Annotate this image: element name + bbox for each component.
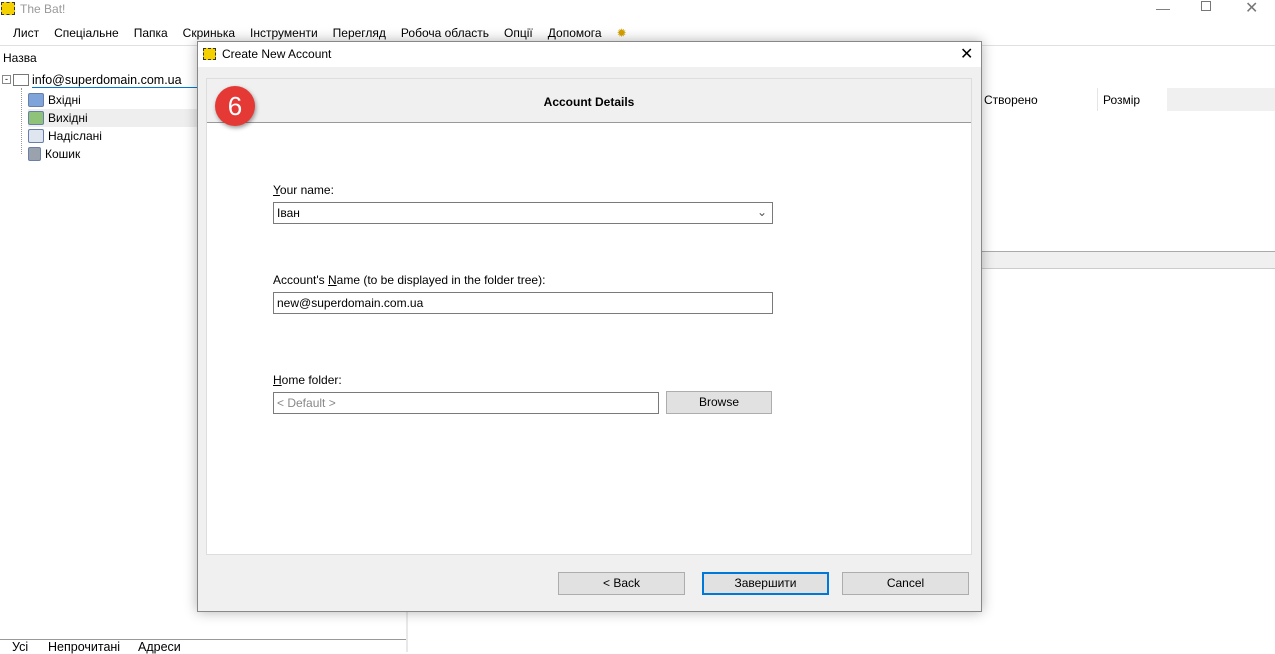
folder-inbox[interactable]: Вхідні <box>28 91 198 109</box>
browse-button[interactable]: Browse <box>666 391 772 414</box>
menu-item-workspace[interactable]: Робоча область <box>401 26 489 40</box>
account-name-input[interactable]: new@superdomain.com.ua <box>273 292 773 314</box>
panel-title: Account Details <box>543 95 635 109</box>
dialog-panel: 6 Account Details <box>206 78 972 555</box>
menu-bar: Лист Спеціальне Папка Скринька Інструмен… <box>13 26 642 40</box>
finish-button[interactable]: Завершити <box>702 572 829 595</box>
account-name-label: Account's Name (to be displayed in the f… <box>273 273 546 287</box>
account-node[interactable]: info@superdomain.com.ua <box>32 73 202 88</box>
dialog-close-button[interactable]: ✕ <box>960 44 973 64</box>
folder-trash[interactable]: Кошик <box>28 145 198 163</box>
folder-outbox[interactable]: Вихідні <box>28 109 198 127</box>
minimize-button[interactable]: — <box>1156 0 1170 16</box>
column-header-filler <box>1167 88 1275 111</box>
collapse-toggle[interactable]: - <box>2 75 11 84</box>
app-icon <box>1 2 15 15</box>
menu-item-folder[interactable]: Папка <box>134 26 168 40</box>
create-account-dialog: Create New Account ✕ 6 Account Details Y… <box>197 41 982 612</box>
home-folder-label: Home folder: <box>273 373 342 387</box>
folder-pane-header: Назва <box>3 51 37 65</box>
column-header-size[interactable]: Розмір <box>1099 88 1167 111</box>
menu-item-view[interactable]: Перегляд <box>333 26 386 40</box>
dialog-title: Create New Account <box>222 47 332 61</box>
inbox-icon <box>28 93 44 107</box>
menu-item-options[interactable]: Опції <box>504 26 533 40</box>
your-name-label: Your name: <box>273 183 334 197</box>
outbox-icon <box>28 111 44 125</box>
close-app-button[interactable]: ✕ <box>1245 0 1258 18</box>
menu-item-letter[interactable]: Лист <box>13 26 39 40</box>
app-title: The Bat! <box>20 2 66 16</box>
folder-sent[interactable]: Надіслані <box>28 127 198 145</box>
trash-icon <box>28 147 41 161</box>
back-button[interactable]: < Back <box>558 572 685 595</box>
app-icon <box>203 48 216 60</box>
chevron-down-icon[interactable]: ⌄ <box>757 205 767 219</box>
menu-item-tools[interactable]: Інструменти <box>250 26 318 40</box>
home-folder-input[interactable]: < Default > <box>273 392 659 414</box>
account-folder-icon <box>13 74 29 86</box>
column-header-created[interactable]: Створено <box>982 88 1098 111</box>
restore-button[interactable] <box>1201 1 1211 11</box>
menu-item-special[interactable]: Спеціальне <box>54 26 119 40</box>
your-name-combobox[interactable]: Іван ⌄ <box>273 202 773 224</box>
tree-line <box>21 88 22 154</box>
menu-item-mailbox[interactable]: Скринька <box>183 26 235 40</box>
sent-icon <box>28 129 44 143</box>
gear-icon[interactable]: ✹ <box>617 26 627 40</box>
menu-item-help[interactable]: Допомога <box>548 26 602 40</box>
cancel-button[interactable]: Cancel <box>842 572 969 595</box>
